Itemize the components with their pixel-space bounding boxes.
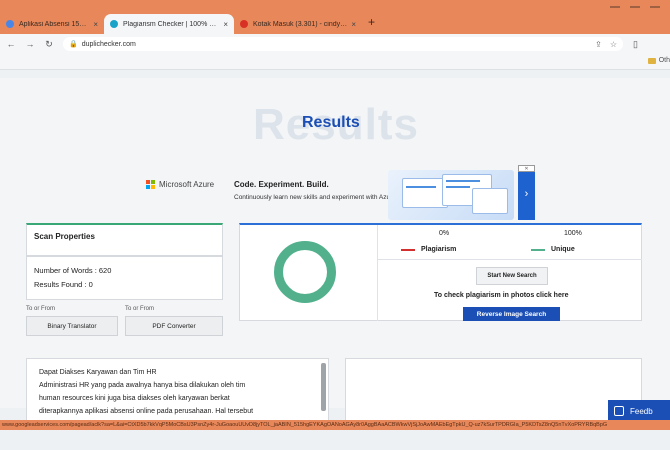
ad-brand: Microsoft Azure bbox=[146, 180, 214, 189]
browser-tab-plagiarism-checker[interactable]: Plagiarism Checker | 100% Free a × bbox=[104, 14, 234, 34]
ad-brand-label: Microsoft Azure bbox=[159, 180, 215, 189]
feedback-button[interactable]: Feedb bbox=[608, 400, 670, 422]
browser-tab-absensi[interactable]: Aplikasi Absensi 1550 - Goo × bbox=[0, 14, 104, 34]
status-bar-url: www.googleadservices.com/pagead/aclk?sa=… bbox=[0, 420, 670, 430]
folder-icon bbox=[647, 57, 656, 64]
pdf-converter-button[interactable]: PDF Converter bbox=[125, 316, 223, 336]
page-title: Results bbox=[302, 114, 360, 131]
browser-tab-gmail[interactable]: Kotak Masuk (3.301) - cindyanin × bbox=[234, 14, 362, 34]
results-found: Results Found : 0 bbox=[34, 280, 93, 289]
new-tab-button[interactable]: + bbox=[368, 15, 375, 29]
unique-donut-chart bbox=[274, 241, 336, 303]
scan-properties-stats: Number of Words : 620 Results Found : 0 bbox=[26, 256, 223, 300]
close-tab-icon[interactable]: × bbox=[351, 20, 356, 29]
text-line: Administrasi HR yang pada awalnya hanya … bbox=[39, 382, 246, 389]
input-text-area[interactable]: Dapat Diakses Karyawan dan Tim HR Admini… bbox=[26, 358, 329, 422]
plagiarism-label: Plagiarism bbox=[421, 246, 457, 253]
text-line: diterapkannya aplikasi absensi online pa… bbox=[39, 408, 254, 415]
to-or-from-label: To or From bbox=[26, 306, 56, 312]
secondary-panel bbox=[345, 358, 642, 422]
scan-properties-title: Scan Properties bbox=[34, 232, 95, 241]
close-tab-icon[interactable]: × bbox=[223, 20, 228, 29]
reverse-image-search-button[interactable]: Reverse Image Search bbox=[463, 307, 560, 321]
text-line: human resources kini juga bisa diakses o… bbox=[39, 395, 230, 402]
tab-label: Plagiarism Checker | 100% Free a bbox=[123, 20, 220, 28]
tab-label: Aplikasi Absensi 1550 - Goo bbox=[19, 20, 89, 28]
text-area-scrollbar[interactable] bbox=[321, 363, 326, 411]
sidebar-toggle-icon[interactable]: ▯ bbox=[633, 39, 638, 50]
reload-icon[interactable]: ↻ bbox=[41, 39, 57, 50]
back-arrow-icon[interactable]: ← bbox=[3, 39, 19, 49]
browser-tab-strip: Aplikasi Absensi 1550 - Goo × Plagiarism… bbox=[0, 0, 670, 34]
microsoft-logo-icon bbox=[146, 180, 155, 189]
forward-arrow-icon[interactable]: → bbox=[22, 39, 38, 49]
ad-headline: Code. Experiment. Build. bbox=[234, 180, 329, 189]
unique-legend: Unique bbox=[531, 246, 575, 253]
ad-close-icon[interactable]: ✕ bbox=[518, 165, 535, 172]
plagiarism-swatch bbox=[401, 248, 415, 251]
ad-next-chevron-icon[interactable]: › bbox=[518, 168, 535, 220]
lock-icon: 🔒 bbox=[69, 41, 78, 48]
unique-swatch bbox=[531, 248, 545, 251]
other-bookmarks-label: Oth bbox=[658, 57, 670, 64]
bookmarks-bar: Oth bbox=[0, 54, 670, 70]
url-input[interactable]: 🔒 duplichecker.com ⇪ ☆ bbox=[63, 37, 623, 51]
results-panel: 0% 100% Plagiarism Unique Start New Sear… bbox=[239, 223, 642, 321]
window-controls bbox=[610, 2, 670, 12]
share-icon[interactable]: ⇪ bbox=[595, 40, 602, 49]
page-content: Results Results Microsoft Azure Code. Ex… bbox=[0, 70, 670, 422]
feedback-label: Feedb bbox=[630, 406, 653, 416]
unique-percent: 100% bbox=[564, 230, 582, 237]
address-bar-row: ← → ↻ 🔒 duplichecker.com ⇪ ☆ ▯ bbox=[0, 34, 670, 54]
start-new-search-button[interactable]: Start New Search bbox=[476, 267, 548, 285]
duplichecker-favicon-icon bbox=[110, 20, 118, 28]
photo-plagiarism-text: To check plagiarism in photos click here bbox=[434, 292, 569, 299]
url-text: duplichecker.com bbox=[81, 40, 136, 48]
binary-translator-button[interactable]: Binary Translator bbox=[26, 316, 118, 336]
scan-properties-header: Scan Properties bbox=[26, 223, 223, 256]
gmail-favicon-icon bbox=[240, 20, 248, 28]
to-or-from-label: To or From bbox=[125, 306, 155, 312]
text-line: Dapat Diakses Karyawan dan Tim HR bbox=[39, 369, 157, 376]
ad-dashboard-image bbox=[388, 170, 514, 220]
other-bookmarks[interactable]: Oth bbox=[647, 57, 670, 64]
plagiarism-percent: 0% bbox=[439, 230, 450, 237]
word-count: Number of Words : 620 bbox=[34, 266, 112, 275]
bookmark-star-icon[interactable]: ☆ bbox=[610, 40, 617, 49]
plagiarism-legend: Plagiarism bbox=[401, 246, 456, 253]
feedback-icon bbox=[614, 406, 624, 416]
tab-label: Kotak Masuk (3.301) - cindyanin bbox=[253, 20, 348, 28]
azure-ad-banner[interactable]: Microsoft Azure Code. Experiment. Build.… bbox=[140, 165, 535, 220]
page-bottom-strip bbox=[0, 430, 670, 450]
close-tab-icon[interactable]: × bbox=[93, 20, 98, 29]
google-docs-favicon-icon bbox=[6, 20, 14, 28]
unique-label: Unique bbox=[551, 246, 575, 253]
ad-text: Continuously learn new skills and experi… bbox=[234, 194, 396, 201]
